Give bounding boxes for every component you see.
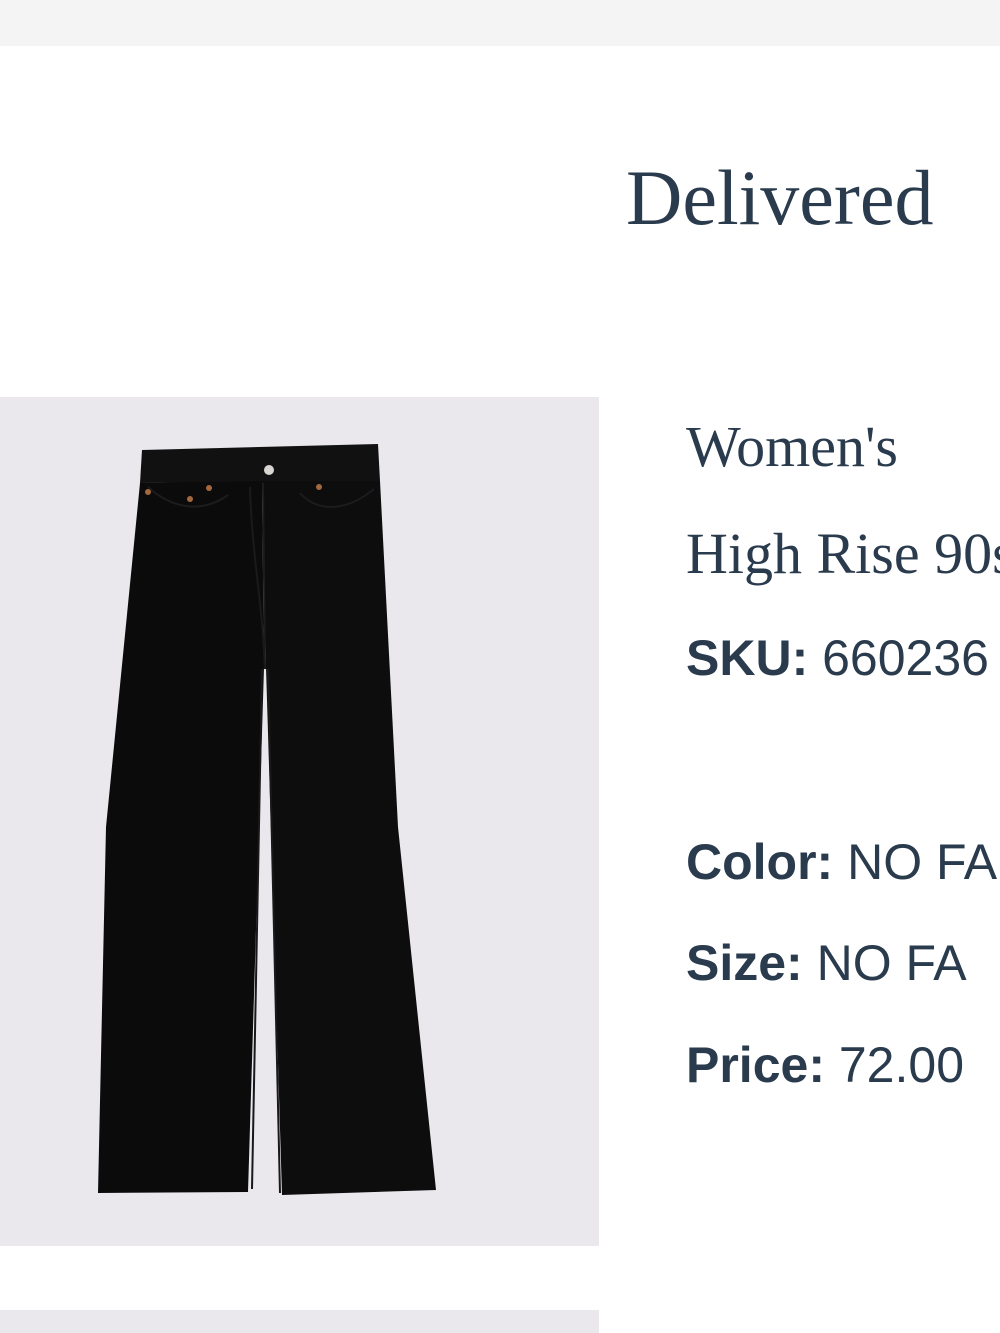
color-value: NO FA	[847, 834, 998, 890]
item-category: Women's	[686, 414, 898, 479]
next-product-image[interactable]	[0, 1310, 599, 1333]
color-row: Color: NO FA	[686, 832, 997, 892]
item-details: Women's High Rise 90s SKU: 660236 Color:…	[686, 0, 1000, 1333]
item-name: High Rise 90s	[686, 521, 1000, 586]
black-jeans-icon	[98, 444, 436, 1195]
size-row: Size: NO FA	[686, 933, 967, 993]
price-value: 72.00	[838, 1037, 964, 1093]
size-value: NO FA	[816, 935, 967, 991]
price-row: Price: 72.00	[686, 1035, 964, 1095]
sku-label: SKU:	[686, 630, 809, 686]
product-image[interactable]	[0, 397, 599, 1246]
color-label: Color:	[686, 834, 834, 890]
sku-value: 660236	[822, 630, 989, 686]
size-label: Size:	[686, 935, 803, 991]
sku-row: SKU: 660236	[686, 628, 989, 688]
price-label: Price:	[686, 1037, 825, 1093]
